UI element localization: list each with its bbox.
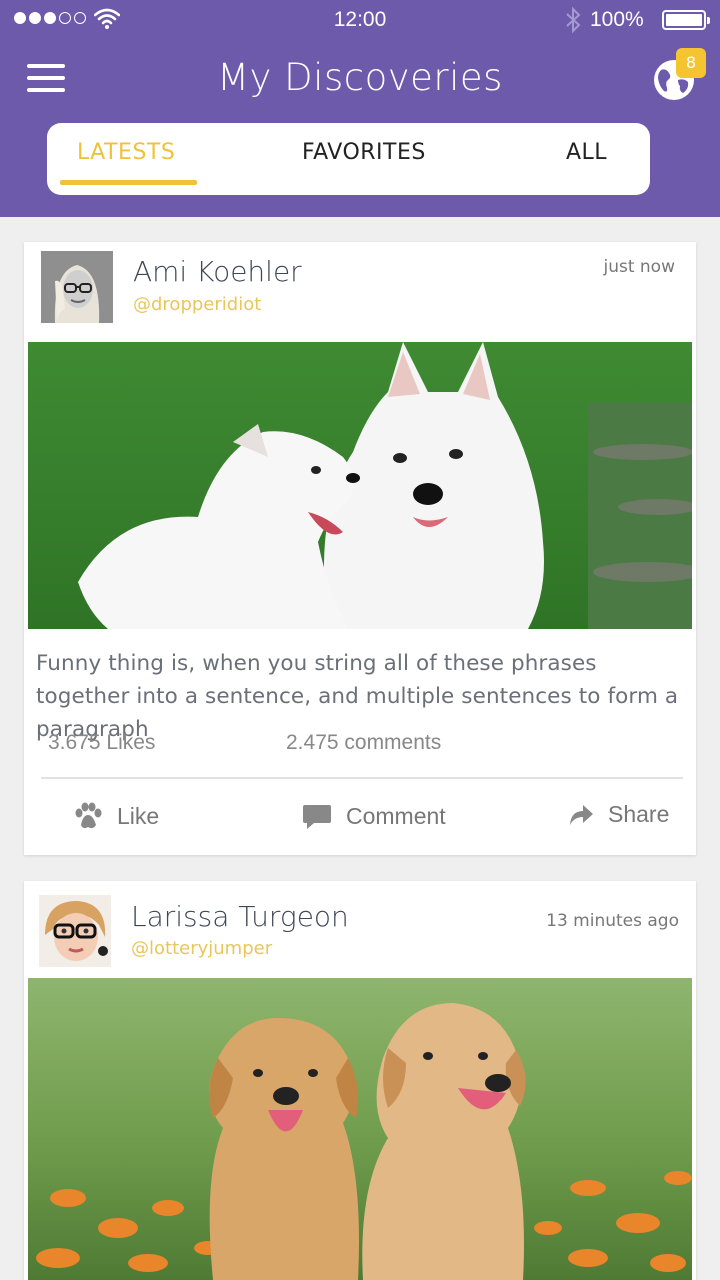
battery-icon	[662, 10, 710, 30]
post-author-name[interactable]: Larissa Turgeon	[131, 900, 349, 933]
active-tab-indicator	[60, 180, 197, 185]
post-author-handle[interactable]: @lotteryjumper	[131, 938, 272, 959]
divider	[41, 777, 683, 779]
tab-bar: LATESTS FAVORITES ALL	[47, 123, 650, 195]
post-photo[interactable]	[28, 342, 692, 629]
comment-label: Comment	[346, 802, 446, 829]
notification-badge: 8	[676, 48, 706, 78]
bluetooth-icon	[566, 7, 581, 33]
post-timestamp: just now	[603, 257, 675, 277]
tab-latests[interactable]: LATESTS	[77, 140, 175, 165]
like-label: Like	[117, 802, 160, 829]
tab-favorites[interactable]: FAVORITES	[302, 140, 426, 165]
share-icon	[570, 804, 593, 825]
battery-percentage: 100%	[590, 8, 644, 31]
comment-button[interactable]: Comment	[302, 801, 446, 831]
share-button[interactable]: Share	[568, 801, 669, 828]
post-timestamp: 13 minutes ago	[546, 911, 679, 931]
like-button[interactable]: Like	[73, 801, 159, 831]
post-card: Larissa Turgeon @lotteryjumper 13 minute…	[24, 881, 696, 1280]
post-card: Ami Koehler @dropperidiot just now Funny…	[24, 242, 696, 855]
avatar[interactable]	[39, 895, 111, 967]
comments-count[interactable]: 2.475 comments	[286, 731, 441, 755]
likes-count[interactable]: 3.675 Likes	[48, 731, 155, 755]
status-bar: 12:00 100%	[0, 0, 720, 40]
page-title: My Discoveries	[217, 56, 503, 99]
tab-all[interactable]: ALL	[566, 140, 607, 165]
paw-icon	[75, 802, 102, 829]
comment-icon	[303, 805, 331, 829]
post-author-name[interactable]: Ami Koehler	[133, 255, 302, 288]
post-author-handle[interactable]: @dropperidiot	[133, 294, 261, 315]
share-label: Share	[608, 801, 670, 827]
app-header: 12:00 100% My Discoveries 8 LATESTS FAVO…	[0, 0, 720, 217]
post-photo[interactable]	[28, 978, 692, 1280]
avatar[interactable]	[41, 251, 113, 323]
